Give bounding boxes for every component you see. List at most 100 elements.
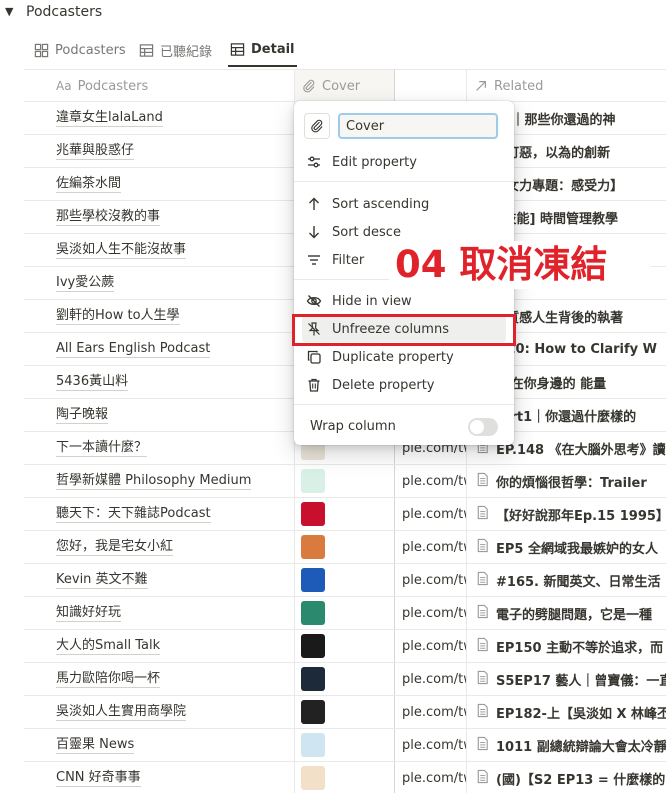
wrap-column-toggle[interactable] [468, 418, 498, 436]
table-row[interactable]: 知識好好玩 ple.com/tw/電子的劈腿問題，它是一種 [24, 597, 666, 630]
podcaster-name-cell[interactable]: 馬力歐陪你喝一杯 [24, 663, 294, 695]
related-page-title[interactable]: 電子的劈腿問題，它是一種 [496, 604, 652, 623]
table-row[interactable]: CNN 好奇事事 ple.com/tw/ (國)【S2 EP13 = 什麼樣的 [24, 762, 666, 793]
podcaster-name-cell[interactable]: 百靈果 News [24, 729, 294, 761]
edit-property-item[interactable]: Edit property [302, 149, 506, 175]
cover-thumbnail[interactable] [301, 502, 325, 526]
cover-thumbnail[interactable] [301, 634, 325, 658]
hide-in-view-item[interactable]: Hide in view [302, 288, 506, 314]
podcaster-name-cell[interactable]: Kevin 英文不難 [24, 564, 294, 596]
cover-thumbnail[interactable] [301, 568, 325, 592]
podcaster-name-cell[interactable]: 吳淡如人生不能沒故事 [24, 234, 294, 266]
related-cell[interactable]: 電子的劈腿問題，它是一種 [466, 597, 666, 629]
cover-cell[interactable] [294, 663, 394, 695]
cover-thumbnail[interactable] [301, 733, 325, 757]
column-header-podcasters[interactable]: Aa Podcasters [48, 70, 294, 102]
url-cell[interactable]: ple.com/tw/ [394, 663, 466, 695]
podcaster-name-cell[interactable]: All Ears English Podcast [24, 333, 294, 365]
related-cell[interactable]: 【好好說那年Ep.15 1995】 [466, 498, 666, 530]
related-cell[interactable]: EP182-上【吳淡如 X 林峰丕 [466, 696, 666, 728]
table-row[interactable]: 百靈果 News ple.com/tw/1011 副總統辯論大會太冷靜 [24, 729, 666, 762]
cover-thumbnail[interactable] [301, 700, 325, 724]
column-header-related[interactable]: Related [466, 70, 666, 102]
table-row[interactable]: 大人的Small Talk ple.com/tw/EP150 主動不等於追求，而 [24, 630, 666, 663]
cover-thumbnail[interactable] [301, 667, 325, 691]
podcaster-name-cell[interactable]: 劉軒的How to人生學 [24, 300, 294, 332]
cover-cell[interactable] [294, 762, 394, 793]
podcaster-name-cell[interactable]: CNN 好奇事事 [24, 762, 294, 793]
podcaster-name-cell[interactable]: 下一本讀什麼？ [24, 432, 294, 464]
podcaster-name-cell[interactable]: 聽天下：天下雜誌Podcast [24, 498, 294, 530]
related-cell[interactable]: (國)【S2 EP13 = 什麼樣的 [466, 762, 666, 793]
filter-icon [308, 255, 320, 265]
podcaster-name-cell[interactable]: 知識好好玩 [24, 597, 294, 629]
related-page-title[interactable]: EP150 主動不等於追求，而 [496, 637, 663, 656]
podcaster-name-cell[interactable]: Ivy愛公蕨 [24, 267, 294, 299]
related-page-title[interactable]: S5EP17 藝人｜曾寶儀：一直 [496, 670, 666, 689]
podcaster-name-cell[interactable]: 5436黃山料 [24, 366, 294, 398]
table-row[interactable]: Kevin 英文不難 ple.com/tw/ #165. 新聞英文、日常生活 [24, 564, 666, 597]
podcaster-name-cell[interactable]: 大人的Small Talk [24, 630, 294, 662]
url-cell[interactable]: ple.com/tw/ [394, 465, 466, 497]
url-cell[interactable]: ple.com/tw/ [394, 729, 466, 761]
related-page-title[interactable]: (國)【S2 EP13 = 什麼樣的 [496, 769, 665, 788]
related-page-title[interactable]: EP5 全網域我最嫉妒的女人 [496, 538, 658, 557]
podcaster-name-cell[interactable]: 違章女生lalaLand [24, 102, 294, 134]
cover-cell[interactable] [294, 564, 394, 596]
table-row[interactable]: 您好，我是宅女小紅 ple.com/tw/EP5 全網域我最嫉妒的女人 [24, 531, 666, 564]
delete-property-item[interactable]: Delete property [302, 372, 506, 398]
podcaster-name-cell[interactable]: 佐編茶水間 [24, 168, 294, 200]
view-tab-podcasters[interactable]: Podcasters [32, 34, 128, 67]
cover-thumbnail[interactable] [301, 601, 325, 625]
collapse-toggle-icon[interactable]: ▼ [5, 5, 13, 18]
table-row[interactable]: 哲學新媒體 Philosophy Medium ple.com/tw/你的煩惱很哲… [24, 465, 666, 498]
url-cell[interactable]: ple.com/tw/ [394, 597, 466, 629]
related-page-title[interactable]: 1011 副總統辯論大會太冷靜 [496, 736, 666, 755]
cover-cell[interactable] [294, 630, 394, 662]
property-type-button[interactable] [304, 113, 330, 139]
column-header-cover[interactable]: Cover [294, 70, 394, 102]
podcaster-name-cell[interactable]: 那些學校沒教的事 [24, 201, 294, 233]
table-row[interactable]: 聽天下：天下雜誌Podcast ple.com/tw/ 【好好說那年Ep.15 19… [24, 498, 666, 531]
duplicate-property-item[interactable]: Duplicate property [302, 344, 506, 370]
table-row[interactable]: 吳淡如人生實用商學院 ple.com/tw/EP182-上【吳淡如 X 林峰丕 [24, 696, 666, 729]
database-title[interactable]: Podcasters [26, 4, 102, 20]
related-cell[interactable]: 1011 副總統辯論大會太冷靜 [466, 729, 666, 761]
cover-cell[interactable] [294, 465, 394, 497]
cover-cell[interactable] [294, 696, 394, 728]
related-page-title[interactable]: EP.148 《在大腦外思考》讀 [496, 439, 666, 458]
cover-cell[interactable] [294, 729, 394, 761]
cover-cell[interactable] [294, 531, 394, 563]
cover-cell[interactable] [294, 498, 394, 530]
related-cell[interactable]: S5EP17 藝人｜曾寶儀：一直 [466, 663, 666, 695]
url-cell[interactable]: ple.com/tw/ [394, 564, 466, 596]
podcaster-name-cell[interactable]: 陶子晚報 [24, 399, 294, 431]
view-tab-listened[interactable]: 已聽紀錄 [137, 34, 214, 67]
cover-thumbnail[interactable] [301, 469, 325, 493]
url-cell[interactable]: ple.com/tw/ [394, 762, 466, 793]
podcaster-name: 那些學校沒教的事 [56, 209, 161, 226]
podcaster-name-cell[interactable]: 兆華與股惑仔 [24, 135, 294, 167]
related-cell[interactable]: #165. 新聞英文、日常生活 [466, 564, 666, 596]
view-tab-detail[interactable]: Detail [228, 34, 297, 67]
podcaster-name-cell[interactable]: 吳淡如人生實用商學院 [24, 696, 294, 728]
podcaster-name-cell[interactable]: 您好，我是宅女小紅 [24, 531, 294, 563]
cover-cell[interactable] [294, 597, 394, 629]
related-cell[interactable]: EP150 主動不等於追求，而 [466, 630, 666, 662]
related-cell[interactable]: EP5 全網域我最嫉妒的女人 [466, 531, 666, 563]
url-cell[interactable]: ple.com/tw/ [394, 498, 466, 530]
related-page-title[interactable]: 【好好說那年Ep.15 1995】 [496, 505, 666, 524]
related-page-title[interactable]: #165. 新聞英文、日常生活 [496, 571, 661, 590]
podcaster-name-cell[interactable]: 哲學新媒體 Philosophy Medium [24, 465, 294, 497]
table-row[interactable]: 馬力歐陪你喝一杯 ple.com/tw/S5EP17 藝人｜曾寶儀：一直 [24, 663, 666, 696]
url-cell[interactable]: ple.com/tw/ [394, 630, 466, 662]
sort-ascending-item[interactable]: Sort ascending [302, 191, 506, 217]
property-name-input[interactable] [338, 113, 498, 139]
url-cell[interactable]: ple.com/tw/ [394, 531, 466, 563]
related-page-title[interactable]: EP182-上【吳淡如 X 林峰丕 [496, 703, 666, 722]
related-page-title[interactable]: 你的煩惱很哲學：Trailer [496, 472, 647, 491]
url-cell[interactable]: ple.com/tw/ [394, 696, 466, 728]
related-cell[interactable]: 你的煩惱很哲學：Trailer [466, 465, 666, 497]
cover-thumbnail[interactable] [301, 766, 325, 790]
cover-thumbnail[interactable] [301, 535, 325, 559]
